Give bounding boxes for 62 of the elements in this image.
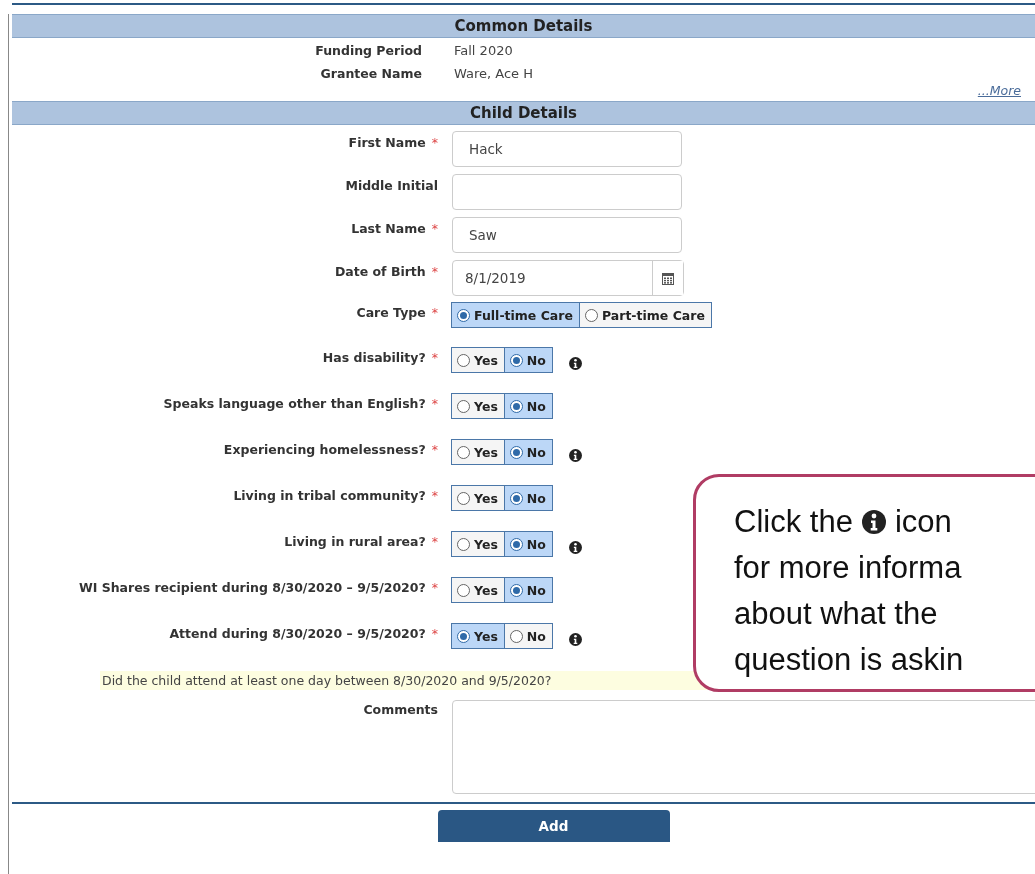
field-label: First Name [348,135,426,152]
info-icon[interactable] [568,449,582,462]
field-label: Experiencing homelessness? [223,442,426,459]
radio-option[interactable]: No [503,623,553,649]
radio-option[interactable]: No [503,485,553,511]
radio-option[interactable]: Yes [451,347,505,373]
required-mark: * [431,264,438,281]
info-icon[interactable] [568,541,582,554]
required-mark: * [431,221,438,238]
date-field[interactable]: 8/1/2019 [452,260,684,296]
field-label: Comments [363,702,438,719]
radio-option[interactable]: Full-time Care [451,302,580,328]
field-label: Living in tribal community? [233,488,426,505]
radio-option[interactable]: Part-time Care [578,302,712,328]
radio-option[interactable]: Yes [451,531,505,557]
radio-option[interactable]: No [503,531,553,557]
text-field[interactable] [452,174,682,210]
required-mark: * [431,396,438,413]
required-mark: * [431,488,438,505]
field-label: Middle Initial [345,178,438,195]
radio-option[interactable]: Yes [451,577,505,603]
more-link[interactable]: ...More [977,83,1021,101]
info-icon[interactable] [861,510,886,534]
field-label: Last Name [351,221,426,238]
callout-text: for more informa [734,549,962,587]
info-value: Fall 2020 [454,43,514,58]
radio-option[interactable]: No [503,577,553,603]
field-label: Attend during 8/30/2020 – 9/5/2020? [169,626,426,643]
field-label: Date of Birth [334,264,426,281]
info-label: Grantee Name [319,66,422,81]
info-icon[interactable] [568,357,582,370]
radio-option[interactable]: Yes [451,623,505,649]
radio-option[interactable]: Yes [451,485,505,511]
text-field[interactable]: Saw [452,217,682,253]
required-mark: * [431,626,438,643]
info-label: Funding Period [314,43,422,58]
field-label: Has disability? [322,350,426,367]
info-icon[interactable] [568,633,582,646]
field-label: WI Shares recipient during 8/30/2020 – 9/5/2020? [78,580,426,597]
section-header: Common Details [12,14,1035,38]
text-field[interactable]: Hack [452,131,682,167]
info-value: Ware, Ace H [454,66,535,81]
radio-option[interactable]: No [503,393,553,419]
required-mark: * [431,350,438,367]
radio-option[interactable]: Yes [451,439,505,465]
required-mark: * [431,442,438,459]
radio-option[interactable]: No [503,347,553,373]
required-mark: * [431,580,438,597]
add-button[interactable]: Add [437,810,670,842]
required-mark: * [431,135,438,152]
radio-option[interactable]: No [503,439,553,465]
callout-text: about what the [734,595,938,633]
field-label: Living in rural area? [284,534,426,551]
comments-field[interactable] [452,700,1035,794]
field-label: Speaks language other than English? [163,396,426,413]
required-mark: * [431,534,438,551]
radio-option[interactable]: Yes [451,393,505,419]
callout-text: icon [894,503,952,541]
section-header: Child Details [12,101,1035,125]
required-mark: * [431,305,438,322]
field-label: Care Type [356,305,426,322]
callout-text: Click the [734,503,853,541]
